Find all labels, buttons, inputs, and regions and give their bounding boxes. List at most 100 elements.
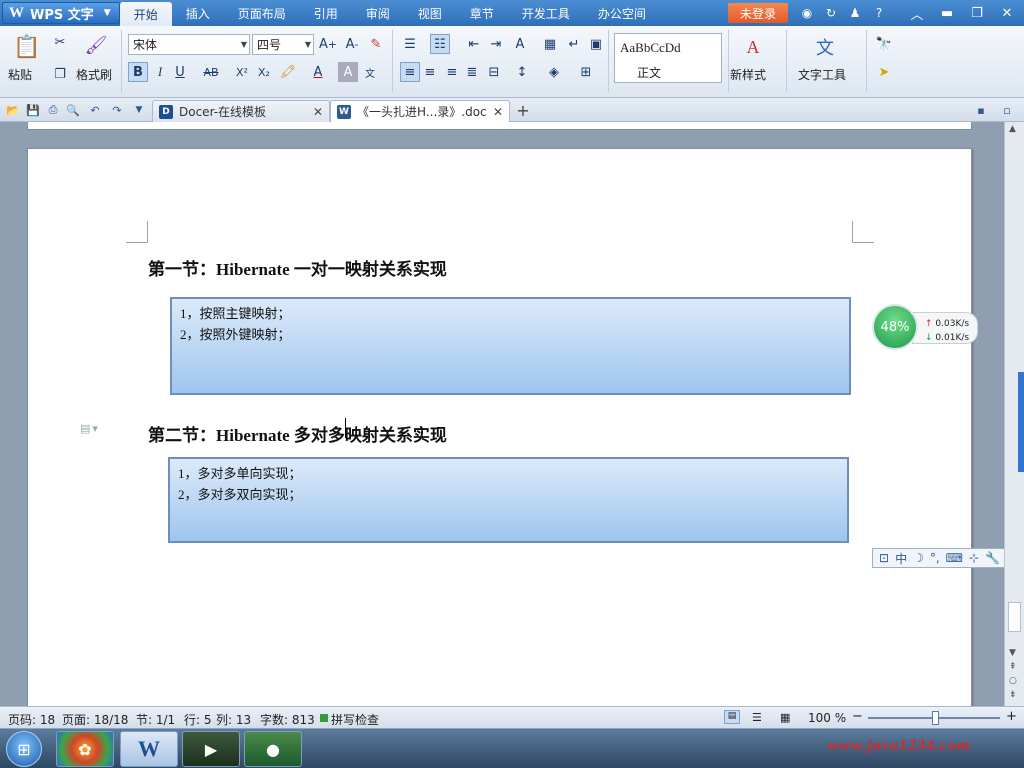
align-center-icon[interactable]: ≡	[420, 62, 440, 82]
underline-icon[interactable]: U	[170, 62, 190, 82]
format-painter-button[interactable]: 格式刷	[76, 66, 112, 83]
document-page[interactable]: 第一节：Hibernate 一对一映射关系实现 1，按照主键映射； 2，按照外键…	[27, 148, 972, 706]
restore-icon[interactable]: ❐	[966, 3, 988, 23]
start-button[interactable]: ⊞	[6, 731, 42, 767]
style-name-normal[interactable]: 正文	[637, 64, 661, 81]
tab-page-layout[interactable]: 页面布局	[224, 0, 300, 26]
minimize-icon[interactable]: ▬	[936, 3, 958, 23]
zoom-level[interactable]: 100 %	[808, 711, 846, 725]
app-menu-button[interactable]: W WPS 文字 ▼	[2, 2, 120, 24]
section-1-box[interactable]: 1，按照主键映射； 2，按照外键映射；	[170, 297, 851, 395]
tab-current-document[interactable]: W 《一头扎进H...录》.doc ✕	[330, 100, 510, 122]
taskbar-app-colorful[interactable]: ✿	[56, 731, 114, 767]
ime-toolbar[interactable]: ⊡ 中 ☽ °, ⌨ ⊹ 🔧	[872, 548, 1020, 568]
style-gallery[interactable]: AaBbCcDd 正文	[614, 33, 722, 83]
prev-page-icon[interactable]: ⇞	[1009, 662, 1017, 672]
memory-usage-circle[interactable]: 48%	[872, 304, 918, 350]
decrease-indent-icon[interactable]: ⇤	[464, 34, 484, 54]
font-size-select[interactable]: 四号 ▼	[252, 34, 314, 55]
new-tab-icon[interactable]: +	[514, 101, 532, 120]
save-icon[interactable]: 💾	[24, 101, 42, 119]
increase-indent-icon[interactable]: ⇥	[486, 34, 506, 54]
tab-review[interactable]: 审阅	[352, 0, 404, 26]
cut-icon[interactable]: ✂	[50, 32, 70, 52]
sync-icon[interactable]: ↻	[822, 3, 840, 23]
tab-references[interactable]: 引用	[300, 0, 352, 26]
page-view-icon[interactable]: ▤	[724, 710, 740, 724]
shading-icon[interactable]: ◈	[544, 62, 564, 82]
text-tools-icon[interactable]: 文	[812, 34, 838, 60]
shrink-font-icon[interactable]: A-	[342, 34, 362, 54]
login-button[interactable]: 未登录	[728, 3, 788, 23]
zoom-slider-thumb[interactable]	[932, 711, 939, 725]
borders-icon[interactable]: ⊞	[576, 62, 596, 82]
line-spacing-icon[interactable]: ↕	[512, 62, 532, 82]
text-tools-button[interactable]: 文字工具	[798, 66, 846, 83]
spellcheck-button[interactable]: 拼写检查	[331, 711, 379, 728]
paste-icon[interactable]: 📋	[12, 32, 42, 62]
open-folder-icon[interactable]: 📂	[4, 101, 22, 119]
outline-view-icon[interactable]: ☰	[752, 711, 762, 724]
tab-close-all-icon[interactable]: ▫	[998, 101, 1016, 119]
punctuation-icon[interactable]: °,	[930, 551, 940, 565]
ime-menu-icon[interactable]: ⊹	[969, 551, 979, 565]
tab-list-icon[interactable]: ▪	[972, 101, 990, 119]
new-style-icon[interactable]: A	[740, 34, 766, 60]
wrench-icon[interactable]: 🔧	[985, 551, 1000, 565]
section-2-box[interactable]: 1，多对多单向实现； 2，多对多双向实现；	[168, 457, 849, 543]
next-page-icon[interactable]: ⇟	[1009, 690, 1017, 700]
soft-keyboard-icon[interactable]: ⌨	[946, 551, 963, 565]
superscript-icon[interactable]: X²	[232, 62, 252, 82]
tab-chapter[interactable]: 章节	[456, 0, 508, 26]
grow-font-icon[interactable]: A +	[318, 34, 338, 54]
clear-format-icon[interactable]: ✎	[366, 34, 386, 54]
tab-office-space[interactable]: 办公空间	[584, 0, 660, 26]
brush-icon[interactable]: 🖌	[84, 32, 108, 58]
scroll-down-icon[interactable]: ▼	[1009, 648, 1016, 658]
text-direction-icon[interactable]: A	[510, 34, 530, 54]
font-color-icon[interactable]: A	[308, 62, 328, 82]
italic-icon[interactable]: I	[150, 62, 170, 82]
close-icon[interactable]: ✕	[996, 3, 1018, 23]
align-right-icon[interactable]: ≡	[442, 62, 462, 82]
section-1-heading[interactable]: 第一节：Hibernate 一对一映射关系实现	[148, 255, 447, 280]
print-icon[interactable]: ⎙	[44, 101, 62, 119]
subscript-icon[interactable]: X₂	[254, 62, 274, 82]
justify-icon[interactable]: ≣	[462, 62, 482, 82]
collapse-ribbon-icon[interactable]: ︿	[906, 3, 928, 23]
tab-view[interactable]: 视图	[404, 0, 456, 26]
skin-icon[interactable]: ◉	[798, 3, 816, 23]
half-width-icon[interactable]: ☽	[913, 551, 924, 565]
scroll-up-icon[interactable]: ▲	[1009, 124, 1016, 134]
zoom-in-icon[interactable]: +	[1006, 709, 1017, 724]
zoom-out-icon[interactable]: −	[852, 709, 863, 724]
text-box-icon[interactable]: ▣	[586, 34, 606, 54]
close-icon[interactable]: ✕	[493, 105, 503, 119]
browse-object-icon[interactable]: ○	[1009, 676, 1017, 686]
paragraph-handle-icon[interactable]: ▤ ▾	[80, 422, 98, 435]
paste-button[interactable]: 粘贴	[8, 66, 32, 83]
strikethrough-icon[interactable]: AB	[198, 62, 224, 82]
char-shading-icon[interactable]: A	[338, 62, 358, 82]
table-icon[interactable]: ▦	[540, 34, 560, 54]
scroll-thumb[interactable]	[1008, 602, 1021, 632]
ime-logo-icon[interactable]: ⊡	[879, 551, 889, 565]
close-icon[interactable]: ✕	[313, 105, 323, 119]
taskbar-camtasia[interactable]: ●	[244, 731, 302, 767]
select-icon[interactable]: ➤	[874, 62, 894, 82]
side-panel-tab[interactable]	[1018, 372, 1024, 472]
ime-mode[interactable]: 中	[895, 550, 907, 567]
taskbar-wps-writer[interactable]: W	[120, 731, 178, 767]
shirt-icon[interactable]: ♟	[846, 3, 864, 23]
numbered-list-icon[interactable]: ☷	[430, 34, 450, 54]
copy-icon[interactable]: ❐	[50, 64, 70, 84]
quick-access-dropdown-icon[interactable]: ▼	[130, 101, 148, 119]
redo-icon[interactable]: ↷	[108, 101, 126, 119]
align-left-icon[interactable]: ≡	[400, 62, 420, 82]
find-replace-icon[interactable]: 🔭	[874, 34, 894, 54]
print-preview-icon[interactable]: 🔍	[64, 101, 82, 119]
help-icon[interactable]: ?	[870, 3, 888, 23]
bullet-list-icon[interactable]: ☰	[400, 34, 420, 54]
tab-insert[interactable]: 插入	[172, 0, 224, 26]
highlight-icon[interactable]: 🖍	[278, 62, 298, 82]
